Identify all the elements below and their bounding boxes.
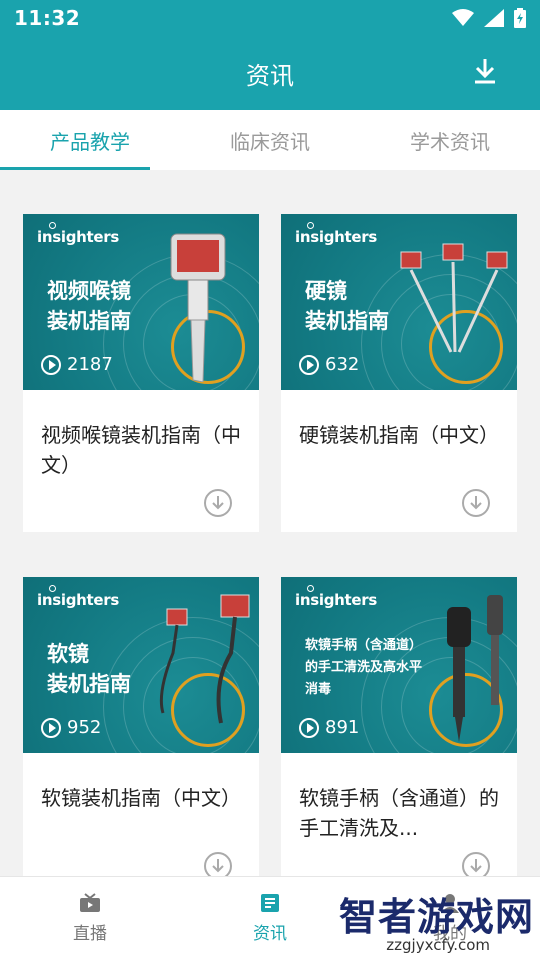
laryngoscope-image	[170, 233, 226, 382]
article-card[interactable]: insighters 视频喉镜 装机指南 2187 视频喉镜装机指南（中文）	[23, 214, 259, 532]
nav-live-label: 直播	[73, 924, 107, 944]
download-icon	[475, 59, 495, 84]
view-count: 952	[41, 717, 101, 738]
article-card[interactable]: insighters 软镜手柄（含通道） 的手工清洗及高水平 消毒 891 软镜…	[281, 577, 517, 876]
tv-icon	[80, 893, 100, 912]
view-count: 891	[299, 717, 359, 738]
status-time: 11:32	[14, 6, 81, 30]
brand-logo: insighters	[37, 591, 119, 609]
download-button[interactable]	[470, 54, 500, 88]
play-icon	[41, 354, 61, 375]
title-bar: 资讯	[0, 36, 540, 110]
card-banner: insighters 视频喉镜 装机指南 2187	[23, 214, 259, 390]
banner-title: 软镜手柄（含通道） 的手工清洗及高水平 消毒	[305, 638, 423, 697]
card-title: 视频喉镜装机指南（中文）	[41, 423, 241, 477]
rigid-scope-image	[400, 243, 508, 353]
view-count-value: 891	[325, 717, 360, 738]
banner-title: 视频喉镜 装机指南	[47, 279, 131, 333]
nav-live[interactable]: 直播	[0, 877, 180, 960]
article-card[interactable]: insighters 硬镜 装机指南 632 硬镜装机指南（中文）	[281, 214, 517, 532]
content-grid: insighters 视频喉镜 装机指南 2187 视频喉镜装机指南（中文） i…	[0, 170, 540, 876]
card-title: 硬镜装机指南（中文）	[299, 423, 499, 447]
play-icon	[299, 354, 319, 375]
tab-product-teaching[interactable]: 产品教学	[0, 110, 180, 170]
flexible-scope-image	[159, 594, 250, 724]
banner-title: 软镜 装机指南	[47, 642, 131, 696]
card-banner: insighters 软镜手柄（含通道） 的手工清洗及高水平 消毒 891	[281, 577, 517, 753]
card-banner: insighters 软镜 装机指南 952	[23, 577, 259, 753]
status-icons	[452, 8, 526, 28]
page-title: 资讯	[246, 61, 294, 90]
card-banner: insighters 硬镜 装机指南 632	[281, 214, 517, 390]
download-icon[interactable]	[203, 488, 233, 518]
watermark-logo: 智者游戏网	[338, 895, 534, 939]
view-count-value: 952	[67, 717, 102, 738]
article-icon	[261, 894, 279, 912]
watermark-url: zzgjyxcfy.com	[386, 936, 490, 954]
download-icon[interactable]	[461, 851, 491, 876]
signal-icon	[484, 9, 504, 27]
wifi-icon	[452, 9, 474, 26]
view-count: 2187	[41, 354, 113, 375]
brand-logo: insighters	[295, 591, 377, 609]
view-count-value: 632	[325, 354, 360, 375]
status-bar: 11:32	[0, 0, 540, 36]
app-header: 11:32 资讯	[0, 0, 540, 110]
tab-academic-news[interactable]: 学术资讯	[360, 110, 540, 170]
card-title: 软镜手柄（含通道）的手工清洗及...	[299, 786, 499, 840]
card-title: 软镜装机指南（中文）	[41, 786, 241, 810]
brand-logo: insighters	[37, 228, 119, 246]
download-icon[interactable]	[203, 851, 233, 876]
nav-news-label: 资讯	[253, 924, 287, 944]
download-icon[interactable]	[461, 488, 491, 518]
view-count-value: 2187	[67, 354, 113, 375]
play-icon	[41, 717, 61, 738]
brand-logo: insighters	[295, 228, 377, 246]
tab-bar: 产品教学 临床资讯 学术资讯	[0, 110, 540, 170]
banner-title: 硬镜 装机指南	[305, 279, 389, 333]
play-icon	[299, 717, 319, 738]
battery-icon	[514, 8, 526, 28]
view-count: 632	[299, 354, 359, 375]
article-card[interactable]: insighters 软镜 装机指南 952 软镜装机指南（中文）	[23, 577, 259, 876]
nav-news[interactable]: 资讯	[180, 877, 360, 960]
scope-handle-image	[447, 595, 503, 742]
tab-clinical-news[interactable]: 临床资讯	[180, 110, 360, 170]
